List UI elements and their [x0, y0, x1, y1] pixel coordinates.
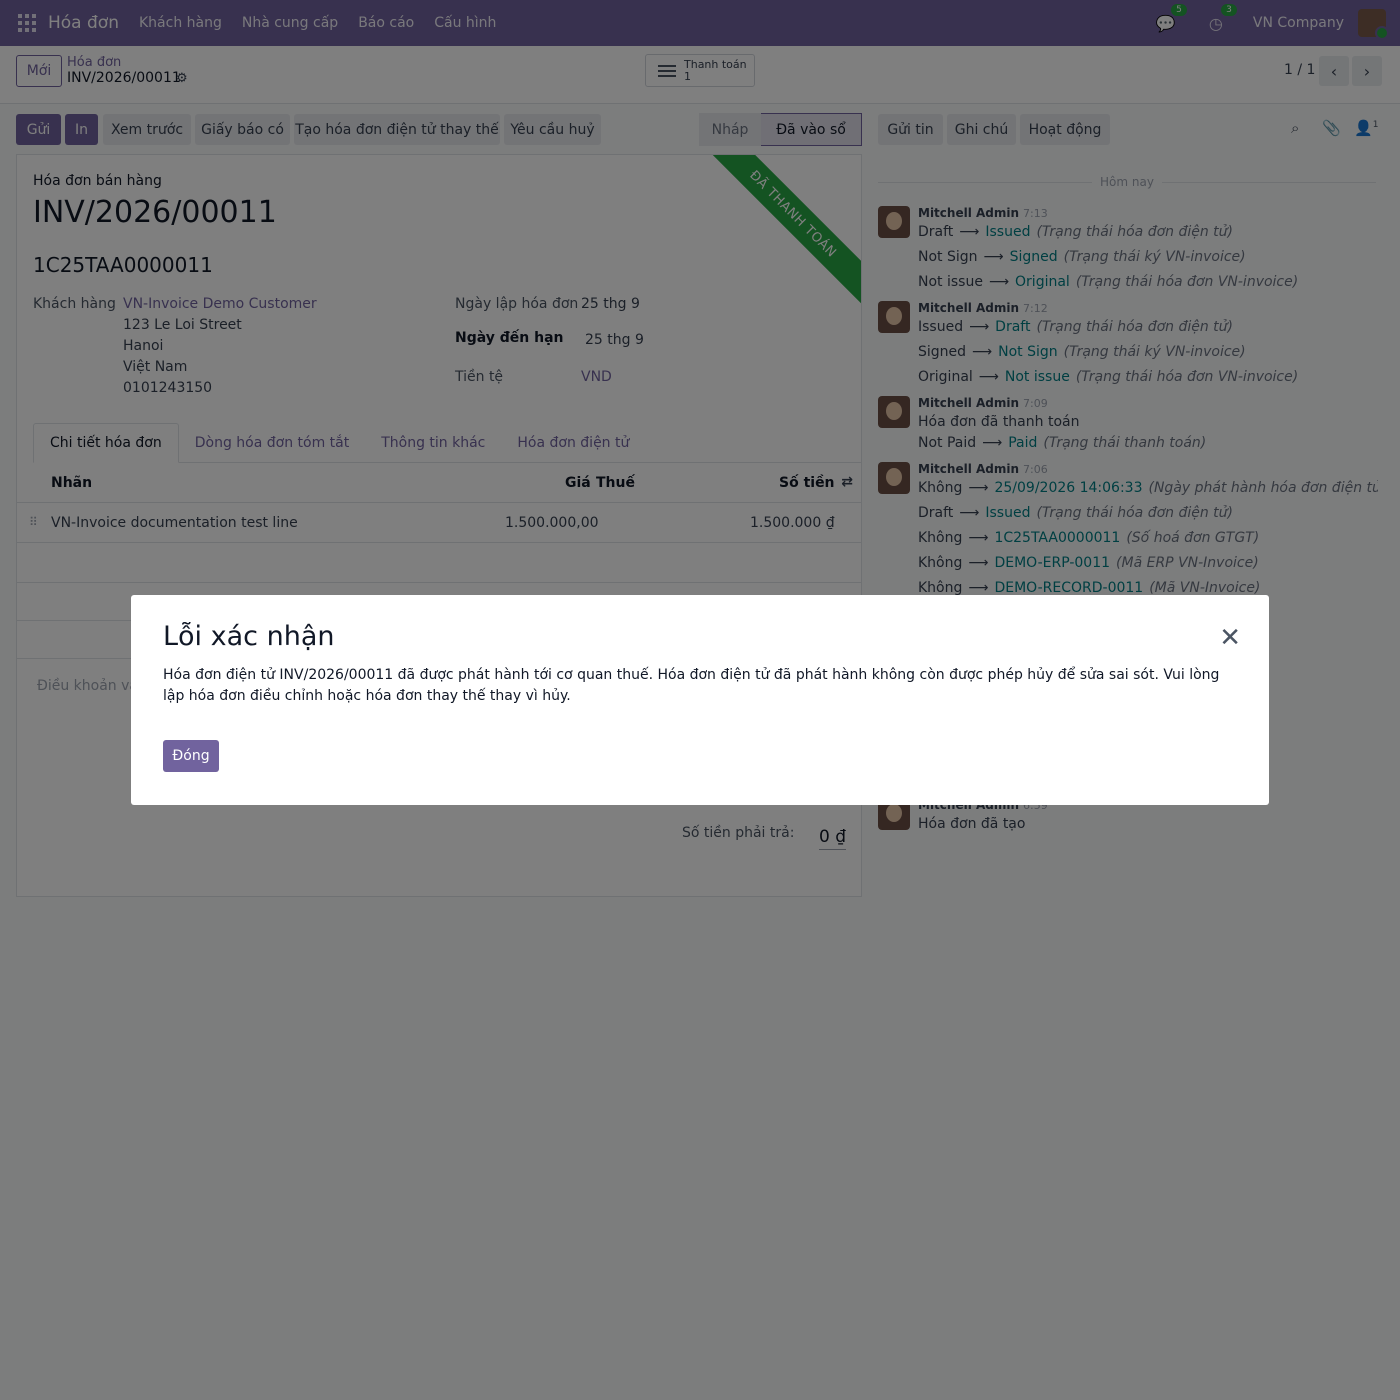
- close-icon[interactable]: ✕: [1219, 625, 1241, 651]
- dialog-message: Hóa đơn điện tử INV/2026/00011 đã được p…: [163, 667, 1220, 704]
- validation-error-dialog: Lỗi xác nhận ✕ Hóa đơn điện tử INV/2026/…: [131, 595, 1269, 805]
- dialog-title: Lỗi xác nhận: [163, 621, 335, 652]
- close-button[interactable]: Đóng: [163, 740, 219, 772]
